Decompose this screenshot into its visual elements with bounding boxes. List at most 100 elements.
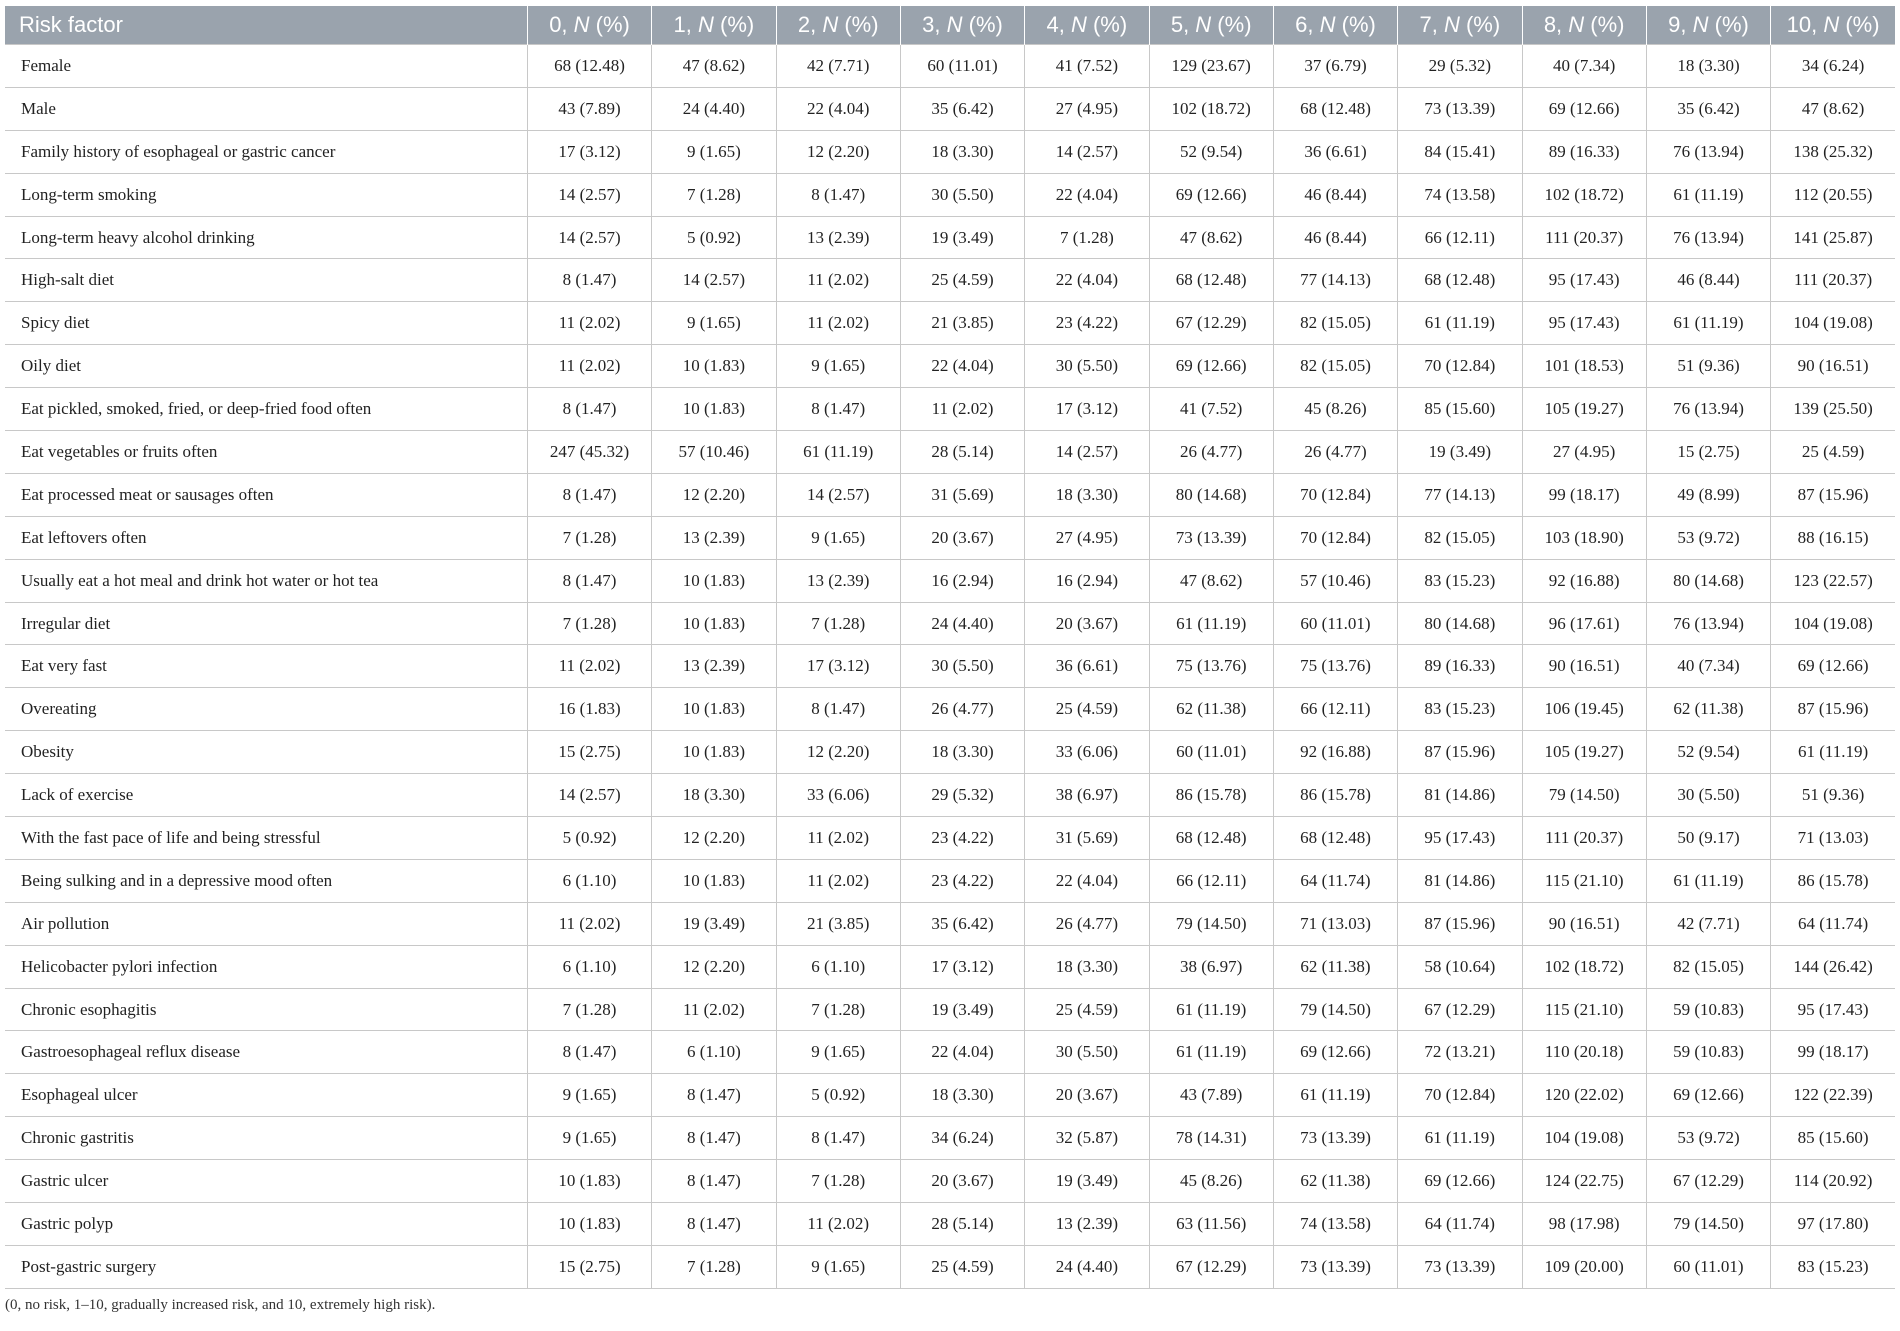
column-header-score-0: 0, N (%) [527, 6, 653, 45]
table-cell: 5 (0.92) [651, 216, 777, 260]
table-cell: 9 (1.65) [776, 344, 901, 389]
table-cell: 7 (1.28) [1024, 216, 1150, 260]
table-cell: 28 (5.14) [900, 430, 1026, 474]
table-cell: 11 (2.02) [900, 387, 1026, 432]
table-cell: 25 (4.59) [1024, 988, 1150, 1032]
table-cell: 8 (1.47) [527, 387, 653, 432]
table-cell: 74 (13.58) [1273, 1202, 1399, 1246]
table-cell: 86 (15.78) [1149, 773, 1274, 818]
column-header-score-1: 1, N (%) [651, 6, 777, 45]
table-cell: 26 (4.77) [1024, 902, 1150, 946]
table-cell: 67 (12.29) [1149, 1245, 1274, 1289]
table-cell: 22 (4.04) [1024, 173, 1150, 217]
table-cell: 9 (1.65) [776, 1030, 901, 1075]
table-cell: 86 (15.78) [1273, 773, 1399, 818]
table-cell: 60 (11.01) [1149, 730, 1274, 775]
table-cell: 63 (11.56) [1149, 1202, 1274, 1246]
table-row: Chronic gastritis 9 (1.65) 8 (1.47) 8 (1.47… [5, 1116, 1895, 1161]
table-header-row: Risk factor 0, N (%) 1, N (%) 2, N (%) 3, N… [5, 6, 1895, 45]
table-cell: 67 (12.29) [1397, 988, 1523, 1032]
table-cell: 6 (1.10) [776, 945, 901, 989]
table-cell: 46 (8.44) [1273, 173, 1399, 217]
table-cell: 22 (4.04) [1024, 258, 1150, 303]
table-cell: 62 (11.38) [1273, 1159, 1399, 1204]
table-cell: 123 (22.57) [1770, 559, 1895, 603]
table-row: Eat processed meat or sausages often 8 (1… [5, 473, 1895, 517]
table-cell: 66 (12.11) [1273, 687, 1399, 732]
table-cell: 78 (14.31) [1149, 1116, 1274, 1161]
table-cell: 9 (1.65) [527, 1116, 653, 1161]
table-cell: 20 (3.67) [900, 1159, 1026, 1204]
table-cell: 70 (12.84) [1397, 344, 1523, 389]
table-cell: 47 (8.62) [1149, 559, 1274, 603]
table-cell: 111 (20.37) [1770, 258, 1895, 303]
table-cell: 42 (7.71) [776, 44, 901, 88]
table-cell: 81 (14.86) [1397, 773, 1523, 818]
table-cell: 26 (4.77) [900, 687, 1026, 732]
table-cell: 25 (4.59) [1024, 687, 1150, 732]
table-cell: 8 (1.47) [651, 1159, 777, 1204]
table-cell: 14 (2.57) [651, 258, 777, 303]
table-cell: 30 (5.50) [1024, 1030, 1150, 1075]
table-cell: 27 (4.95) [1024, 87, 1150, 131]
table-cell: 76 (13.94) [1646, 602, 1772, 646]
table-cell: 20 (3.67) [900, 516, 1026, 560]
table-cell: 82 (15.05) [1273, 301, 1399, 346]
table-cell: 58 (10.64) [1397, 945, 1523, 989]
table-cell: 37 (6.79) [1273, 44, 1399, 88]
table-cell: 62 (11.38) [1149, 687, 1274, 732]
table-cell: 69 (12.66) [1646, 1073, 1772, 1118]
table-cell: 247 (45.32) [527, 430, 653, 474]
table-row: Eat leftovers often 7 (1.28) 13 (2.39) 9 (1… [5, 516, 1895, 560]
table-cell: 84 (15.41) [1397, 130, 1523, 174]
table-cell: 9 (1.65) [651, 130, 777, 174]
table-cell: 18 (3.30) [1646, 44, 1772, 88]
table-cell: 88 (16.15) [1770, 516, 1895, 560]
table-cell: 64 (11.74) [1770, 902, 1895, 946]
column-header-score-6: 6, N (%) [1273, 6, 1399, 45]
table-cell: 62 (11.38) [1273, 945, 1399, 989]
table-cell: 5 (0.92) [776, 1073, 901, 1118]
table-cell: 66 (12.11) [1397, 216, 1523, 260]
column-header-score-4: 4, N (%) [1024, 6, 1150, 45]
table-cell: 95 (17.43) [1397, 816, 1523, 860]
table-cell: 27 (4.95) [1024, 516, 1150, 560]
table-cell: 16 (1.83) [527, 687, 653, 732]
table-cell: 22 (4.04) [776, 87, 901, 131]
table-cell: 6 (1.10) [527, 945, 653, 989]
table-cell: 61 (11.19) [1770, 730, 1895, 775]
column-header-score-10: 10, N (%) [1770, 6, 1895, 45]
table-cell: 105 (19.27) [1522, 387, 1647, 432]
table-cell: 25 (4.59) [900, 258, 1026, 303]
table-cell: 12 (2.20) [776, 130, 901, 174]
table-row: Helicobacter pylori infection 6 (1.10) 12 … [5, 945, 1895, 989]
table-cell: 11 (2.02) [776, 816, 901, 860]
table-cell: 104 (19.08) [1770, 301, 1895, 346]
table-cell: 76 (13.94) [1646, 130, 1772, 174]
column-header-risk-factor: Risk factor [5, 6, 528, 45]
table-cell: 14 (2.57) [1024, 430, 1150, 474]
table-cell: 7 (1.28) [651, 1245, 777, 1289]
risk-factor-table: Risk factor 0, N (%) 1, N (%) 2, N (%) 3, N… [5, 6, 1895, 1289]
table-cell: 11 (2.02) [527, 902, 653, 946]
table-cell: 69 (12.66) [1397, 1159, 1523, 1204]
table-cell: 14 (2.57) [776, 473, 901, 517]
table-cell: 47 (8.62) [651, 44, 777, 88]
table-cell: 8 (1.47) [651, 1116, 777, 1161]
table-row: Lack of exercise 14 (2.57) 18 (3.30) 33 (6.… [5, 773, 1895, 818]
table-cell: 141 (25.87) [1770, 216, 1895, 260]
table-cell: 139 (25.50) [1770, 387, 1895, 432]
table-cell: 66 (12.11) [1149, 859, 1274, 903]
table-cell: 60 (11.01) [1273, 602, 1399, 646]
table-cell: 14 (2.57) [1024, 130, 1150, 174]
table-row: Usually eat a hot meal and drink hot wat… [5, 559, 1895, 603]
table-cell: 53 (9.72) [1646, 516, 1772, 560]
risk-factor-label: Lack of exercise [5, 773, 528, 818]
table-cell: 35 (6.42) [900, 87, 1026, 131]
table-cell: 12 (2.20) [776, 730, 901, 775]
table-cell: 8 (1.47) [527, 559, 653, 603]
table-cell: 83 (15.23) [1397, 687, 1523, 732]
table-cell: 144 (26.42) [1770, 945, 1895, 989]
table-cell: 60 (11.01) [900, 44, 1026, 88]
table-cell: 12 (2.20) [651, 945, 777, 989]
